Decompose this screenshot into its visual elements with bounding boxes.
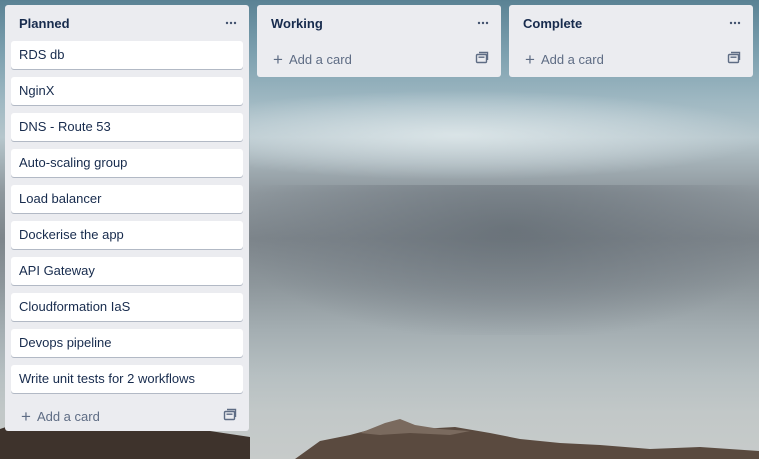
background-cloud-dark (250, 185, 759, 335)
card-template-icon[interactable] (475, 51, 489, 68)
card[interactable]: DNS - Route 53 (11, 113, 243, 141)
card[interactable]: Devops pipeline (11, 329, 243, 357)
card-template-icon[interactable] (727, 51, 741, 68)
ellipsis-icon[interactable] (475, 15, 491, 31)
add-card-label: Add a card (36, 408, 100, 424)
list-header: Planned (5, 5, 249, 41)
card[interactable]: Cloudformation IaS (11, 293, 243, 321)
card[interactable]: Write unit tests for 2 workflows (11, 365, 243, 393)
plus-icon: + (21, 406, 31, 426)
card[interactable]: Dockerise the app (11, 221, 243, 249)
card[interactable]: NginX (11, 77, 243, 105)
add-card-label: Add a card (288, 51, 352, 67)
list-working: Working + Add a card (257, 5, 501, 77)
card[interactable]: RDS db (11, 41, 243, 69)
list-header: Complete (509, 5, 753, 41)
card-template-icon[interactable] (223, 408, 237, 425)
list-complete: Complete + Add a card (509, 5, 753, 77)
ellipsis-icon[interactable] (223, 15, 239, 31)
background-cloud-light (250, 90, 759, 180)
plus-icon: + (525, 49, 535, 69)
card[interactable]: Auto-scaling group (11, 149, 243, 177)
card[interactable]: Load balancer (11, 185, 243, 213)
add-card-row: + Add a card (5, 401, 249, 431)
add-card-button[interactable]: + Add a card (273, 51, 352, 68)
add-card-row: + Add a card (509, 41, 753, 77)
add-card-button[interactable]: + Add a card (525, 51, 604, 68)
list-title[interactable]: Working (271, 16, 323, 31)
add-card-label: Add a card (540, 51, 604, 67)
plus-icon: + (273, 49, 283, 69)
list-title[interactable]: Complete (523, 16, 582, 31)
card-list: RDS db NginX DNS - Route 53 Auto-scaling… (5, 41, 249, 393)
ellipsis-icon[interactable] (727, 15, 743, 31)
list-title[interactable]: Planned (19, 16, 70, 31)
add-card-row: + Add a card (257, 41, 501, 77)
list-planned: Planned RDS db NginX DNS - Route 53 Auto… (5, 5, 249, 431)
list-header: Working (257, 5, 501, 41)
add-card-button[interactable]: + Add a card (21, 408, 100, 425)
card[interactable]: API Gateway (11, 257, 243, 285)
